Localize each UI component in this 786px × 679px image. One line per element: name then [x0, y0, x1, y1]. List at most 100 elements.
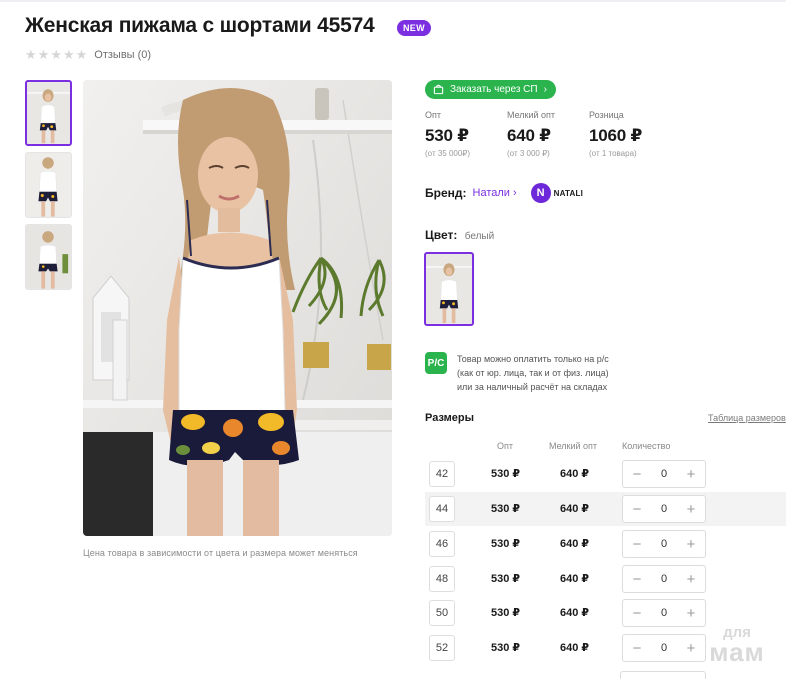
increment-button[interactable]: +: [684, 572, 698, 587]
quantity-value[interactable]: 0: [661, 642, 667, 654]
small-opt-price: 640 ₽: [560, 573, 590, 585]
payment-line: или за наличный расчёт на складах: [457, 382, 608, 392]
decrement-button[interactable]: −: [630, 641, 644, 656]
thumbnail-image: [26, 153, 71, 217]
star-icon: ★: [25, 47, 37, 62]
bank-transfer-icon: Р/С: [425, 352, 447, 374]
price-label: Мелкий опт: [507, 110, 556, 120]
price-label: Розница: [589, 110, 624, 120]
brand-logo[interactable]: N NATALI: [530, 183, 583, 203]
opt-price: 530 ₽: [491, 468, 521, 480]
color-label: Цвет:: [425, 228, 458, 242]
size-label: 42: [429, 461, 455, 487]
price-tier-retail: Розница 1060 ₽ (от 1 товара): [589, 110, 671, 158]
opt-price: 530 ₽: [491, 642, 521, 654]
brand-logo-text: NATALI: [553, 188, 583, 198]
color-swatch-white[interactable]: [424, 252, 474, 326]
quantity-stepper: − 0 +: [622, 530, 706, 558]
price-condition: (от 1 товара): [589, 149, 637, 158]
size-row: 42 530 ₽ 640 ₽ − 0 +: [425, 457, 786, 491]
star-icon: ★: [50, 47, 62, 62]
quantity-value[interactable]: 0: [661, 503, 667, 515]
reviews-link[interactable]: Отзывы (0): [94, 49, 151, 61]
size-label: 50: [429, 600, 455, 626]
quantity-value[interactable]: 0: [661, 607, 667, 619]
swatch-image: [426, 254, 472, 324]
decrement-button[interactable]: −: [630, 537, 644, 552]
size-label: 48: [429, 566, 455, 592]
decrement-button[interactable]: −: [630, 467, 644, 482]
small-opt-price: 640 ₽: [560, 538, 590, 550]
quantity-stepper: − 0 +: [622, 634, 706, 662]
sizes-title: Размеры: [425, 412, 475, 424]
product-photo: [83, 80, 392, 536]
brand-label: Бренд:: [425, 186, 467, 200]
price-value: 530 ₽: [425, 126, 469, 145]
size-table-link[interactable]: Таблица размеров: [708, 413, 786, 423]
thumbnail-image: [27, 82, 70, 144]
payment-text: Товар можно оплатить только на р/с (как …: [457, 352, 609, 394]
order-via-sp-label: Заказать через СП: [450, 84, 538, 95]
opt-price: 530 ₽: [491, 538, 521, 550]
thumbnail-1[interactable]: [25, 80, 72, 146]
increment-button[interactable]: +: [684, 606, 698, 621]
quantity-stepper: − 0 +: [622, 599, 706, 627]
new-badge: NEW: [397, 20, 431, 36]
chevron-right-icon: ›: [512, 187, 517, 199]
quantity-value[interactable]: 0: [661, 468, 667, 480]
brand-link[interactable]: Натали ›: [473, 187, 517, 199]
small-opt-price: 640 ₽: [560, 503, 590, 515]
next-stepper-partial: [620, 671, 706, 679]
quantity-stepper: − 0 +: [622, 495, 706, 523]
payment-info: Р/С Товар можно оплатить только на р/с (…: [425, 352, 609, 394]
color-value: белый: [464, 231, 495, 242]
price-value: 1060 ₽: [589, 126, 643, 145]
size-row: 44 530 ₽ 640 ₽ − 0 +: [425, 492, 786, 526]
column-header-opt: Опт: [497, 441, 513, 451]
price-label: Опт: [425, 110, 441, 120]
payment-line: (как от юр. лица, так и от физ. лица): [457, 368, 609, 378]
star-icon: ★: [62, 47, 75, 62]
chevron-right-icon: ›: [543, 84, 547, 95]
increment-button[interactable]: +: [684, 641, 698, 656]
quantity-value[interactable]: 0: [661, 538, 667, 550]
size-label: 44: [429, 496, 455, 522]
increment-button[interactable]: +: [684, 467, 698, 482]
quantity-value[interactable]: 0: [661, 573, 667, 585]
decrement-button[interactable]: −: [630, 572, 644, 587]
rating-stars: ★ ★ ★ ★ ★: [25, 48, 87, 62]
small-opt-price: 640 ₽: [560, 642, 590, 654]
main-product-image[interactable]: [83, 80, 392, 536]
size-label: 52: [429, 635, 455, 661]
brand-name: Натали: [472, 187, 510, 199]
increment-button[interactable]: +: [684, 537, 698, 552]
price-tier-small-opt: Мелкий опт 640 ₽ (от 3 000 ₽): [507, 110, 589, 158]
brand-row: Бренд: Натали › N NATALI: [425, 183, 583, 203]
decrement-button[interactable]: −: [630, 606, 644, 621]
star-icon: ★: [75, 47, 88, 62]
price-tier-opt: Опт 530 ₽ (от 35 000₽): [425, 110, 507, 158]
column-header-quantity: Количество: [622, 441, 671, 451]
product-title: Женская пижама с шортами 45574: [25, 14, 375, 37]
shopping-bag-icon: [433, 84, 444, 95]
opt-price: 530 ₽: [491, 573, 521, 585]
price-value: 640 ₽: [507, 126, 551, 145]
top-divider: [0, 0, 786, 2]
order-via-sp-button[interactable]: Заказать через СП ›: [425, 80, 556, 99]
watermark-logo: для мам: [700, 625, 774, 665]
price-condition: (от 35 000₽): [425, 149, 471, 158]
small-opt-price: 640 ₽: [560, 468, 590, 480]
decrement-button[interactable]: −: [630, 502, 644, 517]
column-header-small-opt: Мелкий опт: [549, 441, 598, 451]
size-row: 46 530 ₽ 640 ₽ − 0 +: [425, 527, 786, 561]
thumbnail-3[interactable]: [25, 224, 72, 290]
quantity-stepper: − 0 +: [622, 460, 706, 488]
thumbnail-image: [26, 225, 71, 289]
thumbnail-2[interactable]: [25, 152, 72, 218]
star-icon: ★: [37, 47, 50, 62]
increment-button[interactable]: +: [684, 502, 698, 517]
opt-price: 530 ₽: [491, 503, 521, 515]
brand-logo-mark: N: [530, 183, 551, 203]
opt-price: 530 ₽: [491, 607, 521, 619]
size-row: 48 530 ₽ 640 ₽ − 0 +: [425, 562, 786, 596]
